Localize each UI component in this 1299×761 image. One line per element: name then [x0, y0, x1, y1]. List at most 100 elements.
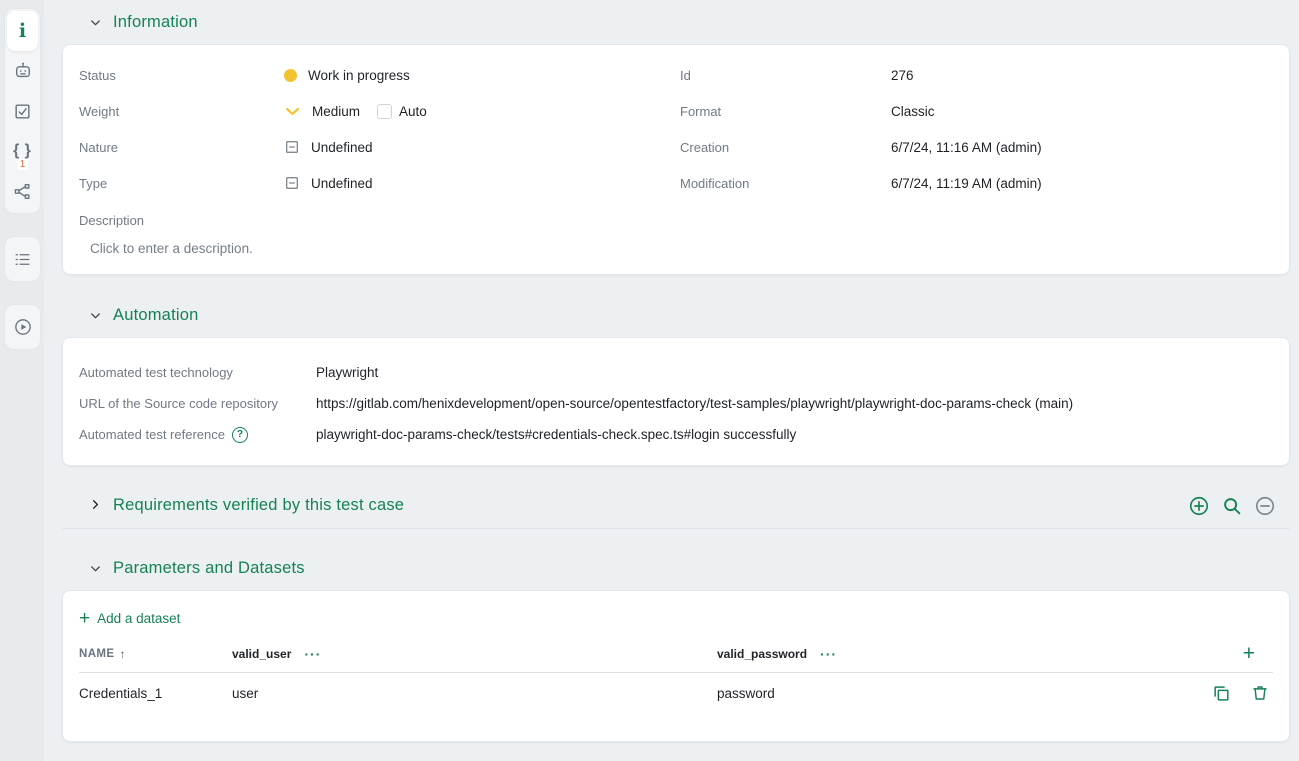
copy-icon — [1212, 684, 1231, 703]
plus-icon: + — [79, 609, 90, 628]
sidebar-group-main: i { } 1 — [4, 8, 41, 214]
automated-test-reference-value[interactable]: playwright-doc-params-check/tests#creden… — [316, 427, 796, 442]
type-field: Type Undefined — [79, 165, 672, 201]
chevron-down-icon — [88, 561, 103, 576]
share-icon — [13, 182, 32, 201]
description-placeholder[interactable]: Click to enter a description. — [79, 235, 1273, 260]
sidebar-item-information[interactable]: i — [7, 11, 38, 51]
type-value[interactable]: Undefined — [284, 175, 373, 191]
requirements-actions — [1188, 495, 1290, 517]
column-menu-icon[interactable]: ··· — [820, 647, 837, 661]
automated-test-technology-value[interactable]: Playwright — [316, 365, 378, 380]
information-panel: Status Work in progress Weight Medium — [62, 44, 1290, 275]
information-left-column: Status Work in progress Weight Medium — [79, 57, 672, 201]
trash-icon — [1251, 684, 1269, 702]
checkbox-checked-icon — [13, 102, 32, 121]
automated-test-technology-field: Automated test technology Playwright — [79, 357, 1273, 388]
dataset-row: Credentials_1 user password — [79, 673, 1273, 713]
repository-url-value[interactable]: https://gitlab.com/henixdevelopment/open… — [316, 396, 1073, 411]
modification-value: 6/7/24, 11:19 AM (admin) — [891, 176, 1042, 191]
minus-circle-icon — [1254, 495, 1276, 517]
sidebar-item-automation[interactable] — [7, 51, 38, 91]
sidebar-item-executions[interactable] — [7, 307, 38, 347]
ordered-list-icon — [13, 250, 32, 269]
remove-requirement-button[interactable] — [1254, 495, 1276, 517]
undefined-square-minus-icon — [284, 139, 300, 155]
sidebar-group-executions — [4, 304, 41, 350]
parameters-count-badge: 1 — [17, 159, 29, 170]
play-circle-icon — [13, 317, 33, 337]
main-content: Information Status Work in progress Weig… — [44, 0, 1299, 761]
description-label: Description — [79, 205, 1273, 235]
datasets-table-header: NAME ↑ valid_user ··· valid_password ···… — [79, 635, 1273, 673]
add-requirement-button[interactable] — [1188, 495, 1210, 517]
sort-ascending-icon: ↑ — [119, 647, 125, 661]
automated-test-reference-field: Automated test reference ? playwright-do… — [79, 419, 1273, 450]
sidebar-group-steps — [4, 236, 41, 282]
id-label: Id — [680, 68, 891, 83]
format-label: Format — [680, 104, 891, 119]
parameters-panel: + Add a dataset NAME ↑ valid_user ··· va… — [62, 590, 1290, 742]
automation-panel: Automated test technology Playwright URL… — [62, 337, 1290, 466]
nature-label: Nature — [79, 140, 284, 155]
information-right-column: Id 276 Format Classic Creation 6/7/24, 1… — [680, 57, 1273, 201]
add-parameter-button[interactable]: + — [1243, 643, 1255, 664]
search-icon — [1221, 495, 1243, 517]
anchor-sidebar: i { } 1 — [0, 0, 44, 761]
chevron-down-icon — [88, 308, 103, 323]
requirements-section-header[interactable]: Requirements verified by this test case — [62, 483, 1290, 529]
nature-field: Nature Undefined — [79, 129, 672, 165]
sidebar-item-steps[interactable] — [7, 239, 38, 279]
creation-field: Creation 6/7/24, 11:16 AM (admin) — [680, 129, 1273, 165]
information-section-header[interactable]: Information — [62, 0, 1290, 44]
braces-icon: { } — [13, 143, 32, 159]
id-field: Id 276 — [680, 57, 1273, 93]
parameters-section-title: Parameters and Datasets — [113, 559, 305, 578]
search-requirement-button[interactable] — [1221, 495, 1243, 517]
status-value[interactable]: Work in progress — [284, 68, 410, 83]
format-value: Classic — [891, 104, 935, 119]
parameters-section-header[interactable]: Parameters and Datasets — [62, 546, 1290, 590]
modification-label: Modification — [680, 176, 891, 191]
duplicate-dataset-button[interactable] — [1212, 684, 1231, 703]
creation-label: Creation — [680, 140, 891, 155]
delete-dataset-button[interactable] — [1251, 684, 1269, 702]
plus-circle-icon — [1188, 495, 1210, 517]
requirements-section-title: Requirements verified by this test case — [113, 496, 404, 515]
weight-field: Weight Medium Auto — [79, 93, 672, 129]
column-menu-icon[interactable]: ··· — [304, 647, 321, 661]
dataset-name-cell[interactable]: Credentials_1 — [79, 686, 232, 701]
weight-value[interactable]: Medium — [284, 103, 360, 120]
nature-value[interactable]: Undefined — [284, 139, 373, 155]
automation-section-title: Automation — [113, 306, 198, 325]
add-dataset-button[interactable]: + Add a dataset — [79, 601, 180, 635]
name-column-header[interactable]: NAME ↑ — [79, 647, 232, 661]
information-section-title: Information — [113, 13, 198, 32]
undefined-square-minus-icon — [284, 175, 300, 191]
help-icon[interactable]: ? — [232, 427, 248, 443]
add-dataset-label: Add a dataset — [97, 611, 180, 626]
robot-icon — [13, 61, 33, 81]
type-label: Type — [79, 176, 284, 191]
chevron-down-icon — [88, 15, 103, 30]
modification-field: Modification 6/7/24, 11:19 AM (admin) — [680, 165, 1273, 201]
format-field: Format Classic — [680, 93, 1273, 129]
sidebar-item-verified-requirements[interactable] — [7, 91, 38, 131]
sidebar-item-links[interactable] — [7, 171, 38, 211]
automated-test-reference-label: Automated test reference ? — [79, 427, 316, 443]
dataset-valid-password-cell[interactable]: password — [717, 686, 1181, 701]
app-root: i { } 1 — [0, 0, 1299, 761]
repository-url-label: URL of the Source code repository — [79, 396, 316, 411]
weight-medium-icon — [284, 103, 301, 120]
status-field: Status Work in progress — [79, 57, 672, 93]
automation-section-header[interactable]: Automation — [62, 293, 1290, 337]
repository-url-field: URL of the Source code repository https:… — [79, 388, 1273, 419]
status-label: Status — [79, 68, 284, 83]
sidebar-item-parameters[interactable]: { } 1 — [7, 131, 38, 171]
param-column-valid-password: valid_password ··· — [717, 647, 1181, 661]
auto-checkbox[interactable] — [377, 104, 392, 119]
dataset-valid-user-cell[interactable]: user — [232, 686, 717, 701]
param-column-valid-user: valid_user ··· — [232, 647, 717, 661]
creation-value: 6/7/24, 11:16 AM (admin) — [891, 140, 1042, 155]
automated-test-technology-label: Automated test technology — [79, 365, 316, 380]
